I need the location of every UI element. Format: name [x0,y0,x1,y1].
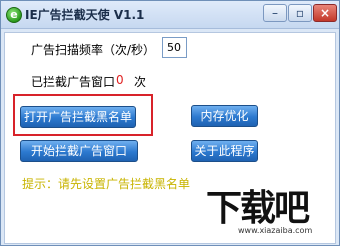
open-blacklist-button[interactable]: 打开广告拦截黑名单 [20,106,136,128]
watermark-logo-text: 下载吧 [206,188,310,229]
close-icon: × [319,6,331,20]
blocked-count-value: 0 [116,73,124,87]
window-title: IE广告拦截天使 V1.1 [25,8,145,22]
app-window: e IE广告拦截天使 V1.1 – ▫ × 广告扫描频率（次/秒） 50 已拦截… [0,0,340,246]
title-bar[interactable]: e IE广告拦截天使 V1.1 – ▫ × [1,1,339,29]
scan-frequency-label: 广告扫描频率（次/秒） [31,43,156,57]
hint-text: 提示：请先设置广告拦截黑名单 [22,177,191,191]
watermark-url: www.xiazaiba.com [238,226,313,235]
memory-optimize-button[interactable]: 内存优化 [191,105,258,127]
maximize-button[interactable]: ▫ [288,4,312,22]
close-button[interactable]: × [313,4,337,22]
blocked-count-unit: 次 [134,75,147,89]
watermark-logo: 下载吧 www.xiazaiba.com [206,179,338,243]
start-blocking-button[interactable]: 开始拦截广告窗口 [20,140,138,162]
blocked-count-label: 已拦截广告窗口 [31,75,116,89]
ie-logo-icon: e [6,7,22,23]
scan-frequency-input[interactable]: 50 [162,37,187,58]
minimize-button[interactable]: – [263,4,287,22]
about-button[interactable]: 关于此程序 [191,140,258,162]
maximize-icon: ▫ [295,6,305,20]
minimize-icon: – [272,6,278,20]
